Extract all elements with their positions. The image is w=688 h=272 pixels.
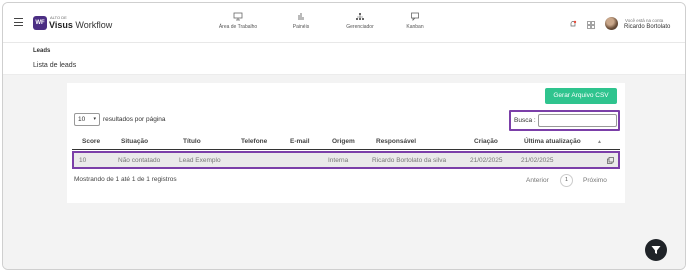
col-responsavel[interactable]: Responsável [376,138,416,145]
top-bar: WF ALTO DE Visus Workflow Área de Trabal… [3,3,685,43]
generate-csv-button[interactable]: Gerar Arquivo CSV [545,88,617,104]
col-telefone[interactable]: Telefone [241,138,267,145]
cell-score: 10 [79,157,87,164]
open-external-icon[interactable] [607,157,614,164]
sort-asc-icon[interactable]: ▲ [597,139,602,145]
nav-label: Gerenciador [346,24,374,30]
nav-label: Painéis [292,24,310,30]
col-criacao[interactable]: Criação [474,138,498,145]
col-score[interactable]: Score [82,138,100,145]
cell-atualizacao: 21/02/2025 [521,157,554,164]
cell-responsavel: Ricardo Bortolato da silva [372,157,447,164]
message-icon [411,12,419,21]
pager-next[interactable]: Próximo [583,177,607,184]
page-length-label: resultados por página [103,116,166,123]
filter-button[interactable] [645,239,667,261]
nav-label: Área de Trabalho [218,24,258,30]
col-origem[interactable]: Origem [332,138,355,145]
nav-kanban[interactable]: Kanban [400,12,430,30]
nav-area-de-trabalho[interactable]: Área de Trabalho [217,12,259,30]
pager-previous[interactable]: Anterior [526,177,549,184]
nav-gerenciador[interactable]: Gerenciador [341,12,379,30]
filter-icon [651,246,661,254]
logo-badge: WF [33,16,47,30]
nav-paineis[interactable]: Painéis [286,12,316,30]
nav-label: Kanban [406,24,424,30]
logo-text: Visus Workflow [49,20,113,30]
cell-situacao: Não contatado [118,157,161,164]
page-length-select[interactable]: 10 ▾ [74,113,100,126]
page-title: Lista de leads [33,62,77,69]
header-divider [72,149,620,150]
notification-bell-icon[interactable] [569,20,577,28]
pager-current-page[interactable]: 1 [560,174,573,187]
chevron-down-icon: ▾ [93,116,96,122]
table-row[interactable]: 10 Não contatado Lead Exemplo Interna Ri… [72,151,620,169]
app-window: WF ALTO DE Visus Workflow Área de Trabal… [2,2,686,270]
cell-titulo[interactable]: Lead Exemplo [179,157,221,164]
breadcrumb[interactable]: Leads [33,48,50,54]
search-input[interactable] [538,114,617,127]
table-header: Score Situação Título Telefone E-mail Or… [72,136,620,148]
col-titulo[interactable]: Título [183,138,201,145]
search-highlight-box: Busca : [509,110,620,131]
account-name[interactable]: Ricardo Bortolato [624,24,670,30]
avatar[interactable] [605,17,618,30]
col-email[interactable]: E-mail [290,138,310,145]
bar-chart-icon [298,13,304,20]
hierarchy-icon [356,13,364,20]
col-situacao[interactable]: Situação [121,138,148,145]
apps-grid-icon[interactable] [587,21,595,29]
col-ultima-atualizacao[interactable]: Última atualização [524,138,581,145]
cell-criacao: 21/02/2025 [470,157,503,164]
table-info: Mostrando de 1 até 1 de 1 registros [74,176,177,183]
search-label: Busca : [514,117,536,124]
page-length-value: 10 [78,116,86,123]
account-prefix: Você está na conta [625,18,664,23]
menu-icon[interactable] [14,18,23,29]
cell-origem: Interna [328,157,349,164]
monitor-icon [233,12,243,21]
